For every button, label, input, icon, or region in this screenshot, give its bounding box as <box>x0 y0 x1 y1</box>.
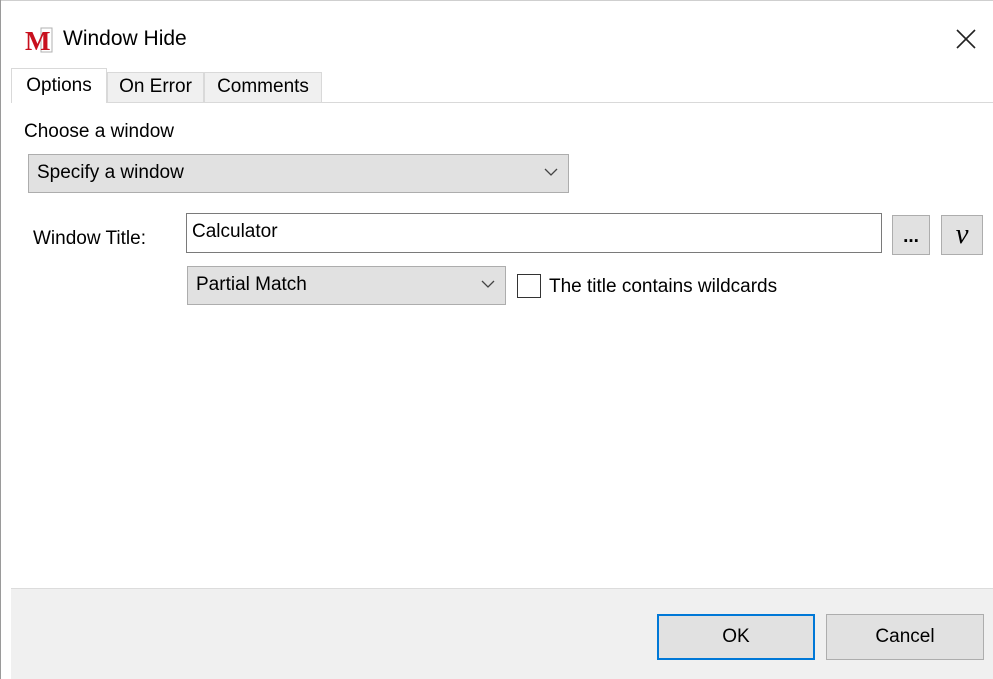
choose-window-label: Choose a window <box>24 121 174 142</box>
chevron-down-icon <box>544 168 558 176</box>
browse-button[interactable]: ... <box>892 215 930 255</box>
close-icon[interactable] <box>949 22 983 56</box>
macro-m-icon: M <box>25 27 53 53</box>
cancel-button[interactable]: Cancel <box>826 614 984 660</box>
window-title: Window Hide <box>63 27 187 50</box>
window-title-label: Window Title: <box>33 228 146 249</box>
title-bar[interactable]: M Window Hide <box>1 0 993 66</box>
ok-button[interactable]: OK <box>657 614 815 660</box>
match-mode-dropdown[interactable]: Partial Match <box>187 266 506 305</box>
tab-comments[interactable]: Comments <box>204 72 322 102</box>
choose-window-dropdown[interactable]: Specify a window <box>28 154 569 193</box>
variable-button[interactable]: v <box>941 215 983 255</box>
choose-window-value: Specify a window <box>37 162 184 183</box>
dialog-footer: OK Cancel <box>11 589 993 679</box>
svg-text:M: M <box>25 27 50 53</box>
wildcards-label: The title contains wildcards <box>549 276 778 297</box>
window-hide-dialog: M Window Hide Options On Error Comments … <box>0 0 993 679</box>
chevron-down-icon <box>481 280 495 288</box>
options-panel: Choose a window Specify a window Window … <box>11 102 993 589</box>
match-mode-value: Partial Match <box>196 274 307 295</box>
tab-options[interactable]: Options <box>11 68 107 103</box>
window-title-input[interactable]: Calculator <box>186 213 882 253</box>
tab-on-error[interactable]: On Error <box>107 72 204 102</box>
wildcards-checkbox[interactable] <box>517 274 541 298</box>
